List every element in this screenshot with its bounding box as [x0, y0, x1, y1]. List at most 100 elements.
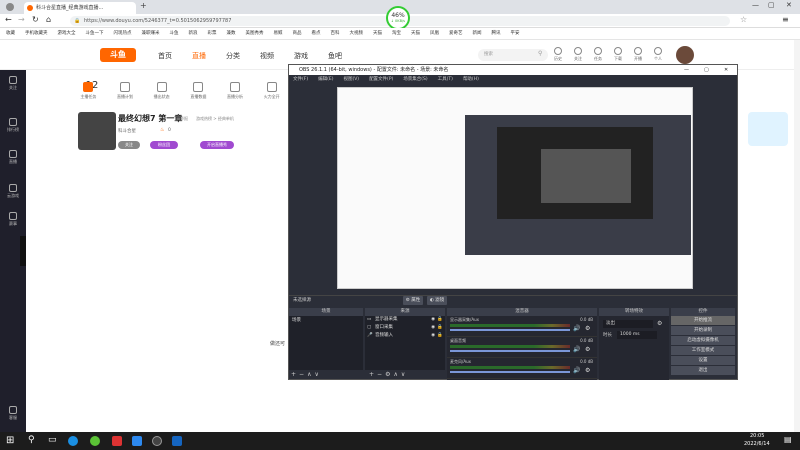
nav-item[interactable]: 游戏 — [294, 51, 308, 61]
creator-tool-item[interactable]: 主播任务 — [70, 76, 107, 106]
header-icon-item[interactable]: 任务 — [594, 47, 602, 62]
reload-icon[interactable]: ↻ — [32, 15, 39, 24]
task-view-icon[interactable]: ▭ — [48, 435, 57, 445]
home-icon[interactable]: ⌂ — [46, 15, 51, 24]
control-button[interactable]: 退出 — [671, 366, 735, 375]
bookmark-item[interactable]: 看点 — [312, 28, 321, 39]
nav-item[interactable]: 首页 — [158, 51, 172, 61]
add-scene-button[interactable]: + — [291, 371, 299, 378]
sidebar-item[interactable]: 直播 — [0, 150, 26, 165]
bookmark-item[interactable]: 斗鱼一下 — [86, 28, 104, 39]
bookmark-item[interactable]: 大视频 — [350, 28, 364, 39]
sidebar-collapse-handle[interactable] — [20, 236, 26, 266]
obs-menu-item[interactable]: 工具(T) — [438, 75, 453, 85]
obs-menu-item[interactable]: 视图(V) — [343, 75, 359, 85]
nav-item[interactable]: 分类 — [226, 51, 240, 61]
sidebar-item[interactable]: 关注 — [0, 76, 26, 91]
notification-icon[interactable]: ▤ — [784, 435, 792, 444]
forward-icon[interactable]: → — [18, 15, 25, 24]
search-icon[interactable]: ⚲ — [538, 50, 542, 57]
obs-preview[interactable] — [337, 87, 693, 289]
bookmark-item[interactable]: 天猫 — [411, 28, 420, 39]
bookmark-item[interactable]: 天猫 — [373, 28, 382, 39]
bookmark-item[interactable]: 兼数 — [227, 28, 236, 39]
transition-settings-icon[interactable]: ⚙ — [657, 320, 662, 327]
obs-menu-item[interactable]: 场景集合(S) — [403, 75, 427, 85]
channel-settings-icon[interactable]: ⚙ — [585, 325, 590, 332]
properties-button[interactable]: ⚙ 属性 — [403, 296, 423, 305]
creator-tool-item[interactable]: 直播分析 — [217, 76, 254, 106]
clock-date[interactable]: 2022/6/14 — [744, 441, 770, 447]
start-show-button[interactable]: 开启直播秀 — [200, 141, 234, 149]
obs-menu-item[interactable]: 文件(F) — [293, 75, 308, 85]
source-item[interactable]: ▢ 窗口采集 ◉ 🔒 — [365, 324, 445, 332]
bookmark-item[interactable]: 腾讯 — [492, 28, 501, 39]
nav-item[interactable]: 视频 — [260, 51, 274, 61]
scene-item[interactable]: 场景 — [289, 316, 363, 324]
control-button[interactable]: 开始推流 — [671, 316, 735, 325]
bookmark-item[interactable]: 平安 — [511, 28, 520, 39]
creator-tool-item[interactable]: 火力全开 — [253, 76, 290, 106]
duration-input[interactable]: 1000 ms — [617, 331, 657, 339]
bookmark-item[interactable]: 闪现热点 — [114, 28, 132, 39]
bookmark-item[interactable]: 凤凰 — [430, 28, 439, 39]
clock-time[interactable]: 20:05 — [750, 433, 764, 439]
bookmark-item[interactable]: 兼职赚米 — [142, 28, 160, 39]
obs-maximize-button[interactable]: ▢ — [704, 65, 709, 75]
obs-menu-item[interactable]: 编辑(E) — [318, 75, 333, 85]
bookmark-item[interactable]: 手机收藏夹 — [25, 28, 48, 39]
scene-down-button[interactable]: ∨ — [314, 371, 321, 378]
site-logo[interactable]: 斗鱼 — [100, 48, 136, 62]
menu-icon[interactable]: ≡ — [782, 15, 789, 24]
header-icon-item[interactable]: 开播 — [634, 47, 642, 62]
back-icon[interactable]: ← — [5, 15, 12, 24]
minimize-window-button[interactable]: — — [752, 1, 759, 9]
avatar[interactable] — [676, 46, 694, 64]
nav-item[interactable]: 鱼吧 — [328, 51, 342, 61]
channel-settings-icon[interactable]: ⚙ — [585, 367, 590, 374]
maximize-window-button[interactable]: ▢ — [768, 1, 775, 9]
visibility-eye-icon[interactable]: ◉ — [431, 324, 435, 332]
header-icon-item[interactable]: 下载 — [614, 47, 622, 62]
lock-source-icon[interactable]: 🔒 — [437, 316, 443, 324]
bookmark-item[interactable]: 美图秀秀 — [246, 28, 264, 39]
bookmark-item[interactable]: 爱奇艺 — [449, 28, 463, 39]
app-red-icon[interactable] — [112, 436, 122, 446]
scrollbar[interactable] — [794, 40, 800, 432]
header-icon-item[interactable]: 关注 — [574, 47, 582, 62]
remove-source-button[interactable]: − — [377, 371, 385, 378]
sidebar-item[interactable]: 排行榜 — [0, 118, 26, 133]
obs-minimize-button[interactable]: — — [684, 65, 689, 75]
header-icon-item[interactable]: 历史 — [554, 47, 562, 62]
obs-taskbar-icon[interactable] — [152, 436, 162, 446]
star-icon[interactable]: ☆ — [740, 15, 747, 24]
filters-button[interactable]: ◐ 滤镜 — [427, 296, 447, 305]
volume-slider[interactable] — [450, 371, 570, 373]
new-tab-button[interactable]: + — [140, 1, 147, 10]
lock-source-icon[interactable]: 🔒 — [437, 332, 443, 340]
visibility-eye-icon[interactable]: ◉ — [431, 316, 435, 324]
app-green-icon[interactable] — [90, 436, 100, 446]
network-speed-widget[interactable]: 46% ↓ 0KB/s — [386, 6, 410, 30]
bookmark-item[interactable]: 新闻 — [473, 28, 482, 39]
source-item[interactable]: 🎤 音频输入 ◉ 🔒 — [365, 332, 445, 340]
source-up-button[interactable]: ∧ — [393, 371, 400, 378]
header-icon-item[interactable]: 个人 — [654, 47, 662, 62]
sidebar-item[interactable]: 赛事 — [0, 212, 26, 227]
volume-slider[interactable] — [450, 329, 570, 331]
control-button[interactable]: 工作室模式 — [671, 346, 735, 355]
volume-slider[interactable] — [450, 350, 570, 352]
close-window-button[interactable]: ✕ — [786, 1, 792, 9]
bookmark-item[interactable]: 斗鱼 — [170, 28, 179, 39]
bookmark-item[interactable]: 彩票 — [208, 28, 217, 39]
room-tag-category[interactable]: 游戏热榜 > 经典单机 — [196, 116, 234, 122]
remove-scene-button[interactable]: − — [299, 371, 307, 378]
app-win-icon[interactable] — [172, 436, 182, 446]
room-tag-report[interactable]: 举报 — [180, 116, 188, 122]
bookmark-item[interactable]: 收藏 — [6, 28, 15, 39]
control-button[interactable]: 设置 — [671, 356, 735, 365]
bookmark-item[interactable]: 新浪 — [189, 28, 198, 39]
start-icon[interactable]: ⊞ — [6, 435, 14, 446]
streamer-avatar[interactable] — [78, 112, 116, 150]
control-button[interactable]: 启动虚拟摄像机 — [671, 336, 735, 345]
